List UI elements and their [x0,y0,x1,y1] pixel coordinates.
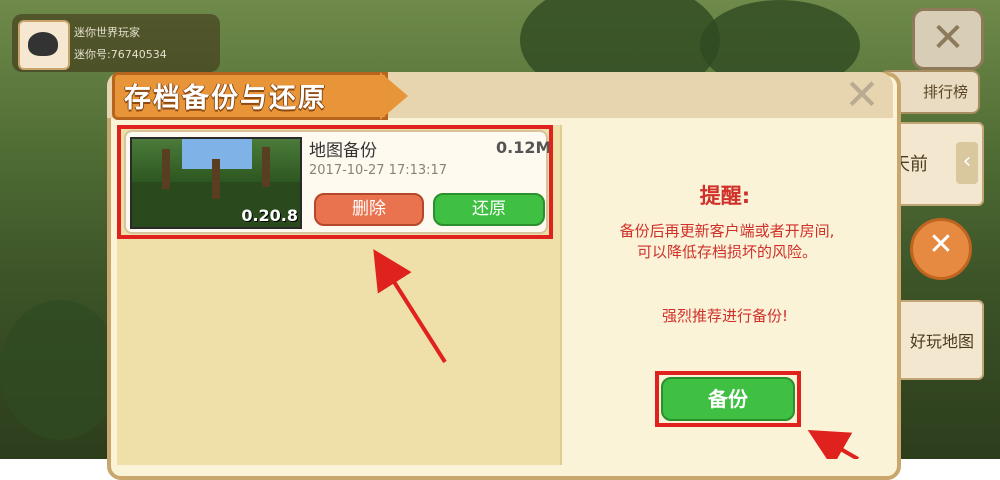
annotation-arrows [373,249,859,459]
arrow-to-save [373,249,447,364]
arrow-to-backup [807,430,859,459]
